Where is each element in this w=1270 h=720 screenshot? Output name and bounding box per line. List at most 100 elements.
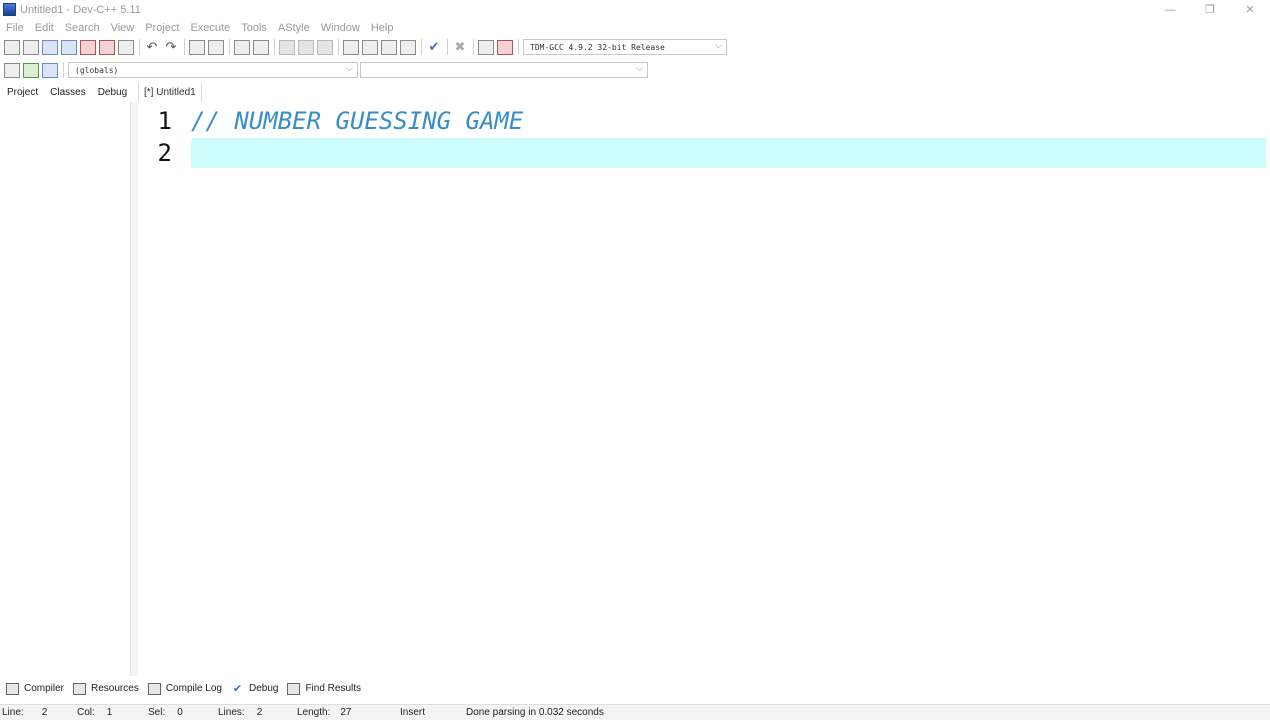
line-number: 2 [157,139,172,167]
status-lines: Lines: 2 [218,707,262,718]
panel-splitter[interactable] [131,102,138,676]
status-sel: Sel: 0 [148,707,183,718]
tab-debug[interactable]: Debug [91,83,132,102]
line-number-gutter: 1 2 [138,102,191,676]
menu-edit[interactable]: Edit [29,22,59,34]
menu-tools[interactable]: Tools [235,22,272,34]
tab-compiler[interactable]: Compiler [6,682,65,695]
current-line-highlight [191,138,1266,168]
debug-bug-icon[interactable] [497,39,513,55]
save-all-icon[interactable] [61,39,77,55]
toolbar-separator [63,62,64,78]
back-icon[interactable] [279,39,295,55]
goto-declaration-icon[interactable] [23,62,39,78]
window-controls: — ❐ ✕ [1150,0,1270,19]
find-results-icon [287,682,301,695]
menu-bar: File Edit Search View Project Execute To… [0,19,1270,37]
chart-icon [147,682,161,695]
class-toolbar: (globals) ⌵ ⌵ [4,60,660,80]
editor-tab-untitled1[interactable]: [*] Untitled1 [138,83,202,102]
tab-compile-log-label: Compile Log [165,683,222,694]
menu-search[interactable]: Search [59,22,105,34]
undo-icon[interactable]: ↶ [144,39,160,55]
menu-window[interactable]: Window [315,22,365,34]
project-panel [0,102,131,676]
function-select[interactable]: ⌵ [360,62,648,78]
class-browser-icon[interactable] [400,39,416,55]
bottom-panel-tabs: Compiler Resources Compile Log ✔ Debug F… [0,679,1270,698]
status-line: Line: 2 [2,707,47,718]
tab-debug-output-label: Debug [248,683,279,694]
close-file-icon[interactable] [80,39,96,55]
toolbar-separator [274,39,275,55]
new-file-icon[interactable] [4,39,20,55]
toolbar-separator [338,39,339,55]
status-line-value: 2 [41,707,48,718]
tab-find-results[interactable]: Find Results [287,682,362,695]
tab-compile-log[interactable]: Compile Log [147,682,222,695]
replace-icon[interactable] [208,39,224,55]
status-col: Col: 1 [77,707,112,718]
status-sel-label: Sel: [148,707,166,718]
code-editor[interactable]: // NUMBER GUESSING GAME [191,102,1270,676]
chevron-down-icon: ⌵ [346,64,353,74]
menu-help[interactable]: Help [365,22,399,34]
toolbar-separator [184,39,185,55]
stop-icon[interactable]: ✖ [452,39,468,55]
compiler-select-value: TDM-GCC 4.9.2 32-bit Release [530,42,665,52]
status-message: Done parsing in 0.032 seconds [466,707,604,718]
project-new-icon[interactable] [343,39,359,55]
tab-find-results-label: Find Results [305,683,362,694]
title-bar: Untitled1 - Dev-C++ 5.11 — ❐ ✕ [0,0,1270,19]
find-icon[interactable] [189,39,205,55]
print-icon[interactable] [118,39,134,55]
profile-chart-icon[interactable] [478,39,494,55]
project-window-icon[interactable] [362,39,378,55]
toggle-panel-icon[interactable] [42,62,58,78]
menu-execute[interactable]: Execute [184,22,235,34]
close-button[interactable]: ✕ [1230,0,1270,19]
indent-icon[interactable] [234,39,250,55]
forward-icon[interactable] [298,39,314,55]
tabs-row: Project Classes Debug [*] Untitled1 [0,83,1270,102]
chevron-down-icon: ⌵ [636,64,643,74]
tab-project[interactable]: Project [0,83,44,102]
scope-select[interactable]: (globals) ⌵ [68,62,358,78]
tab-classes[interactable]: Classes [43,83,91,102]
menu-astyle[interactable]: AStyle [272,22,315,34]
line-number: 1 [157,107,172,135]
redo-icon[interactable]: ↷ [163,39,179,55]
status-sel-value: 0 [177,707,183,718]
compiler-select[interactable]: TDM-GCC 4.9.2 32-bit Release ⌵ [523,39,727,55]
minimize-button[interactable]: — [1150,0,1190,19]
check-icon: ✔ [232,683,243,695]
code-line[interactable]: // NUMBER GUESSING GAME [191,107,523,135]
menu-project[interactable]: Project [139,22,184,34]
status-lines-label: Lines: [218,707,245,718]
chevron-down-icon: ⌵ [715,41,722,51]
tab-resources-label: Resources [91,683,139,694]
insert-icon[interactable] [4,62,20,78]
scope-select-value: (globals) [75,65,119,75]
restore-button[interactable]: ❐ [1190,0,1230,19]
save-icon[interactable] [42,39,58,55]
unindent-icon[interactable] [253,39,269,55]
status-line-label: Line: [2,707,24,718]
toolbar-separator [518,39,519,55]
tab-debug-output[interactable]: ✔ Debug [231,683,279,695]
open-file-icon[interactable] [23,39,39,55]
resources-icon [73,682,87,695]
window-title: Untitled1 - Dev-C++ 5.11 [20,3,141,16]
main-toolbar: ↶ ↷ ✔ ✖ TDM-GCC 4.9.2 32-bit Release ⌵ [4,37,778,57]
toggle-bookmark-icon[interactable] [317,39,333,55]
syntax-check-icon[interactable]: ✔ [426,39,442,55]
menu-view[interactable]: View [105,22,140,34]
toolbar-separator [473,39,474,55]
close-all-icon[interactable] [99,39,115,55]
toolbar-separator [229,39,230,55]
project-options-icon[interactable] [381,39,397,55]
menu-file[interactable]: File [0,22,29,34]
tab-compiler-label: Compiler [24,683,65,694]
tab-resources[interactable]: Resources [73,682,139,695]
status-mode: Insert [400,707,426,718]
